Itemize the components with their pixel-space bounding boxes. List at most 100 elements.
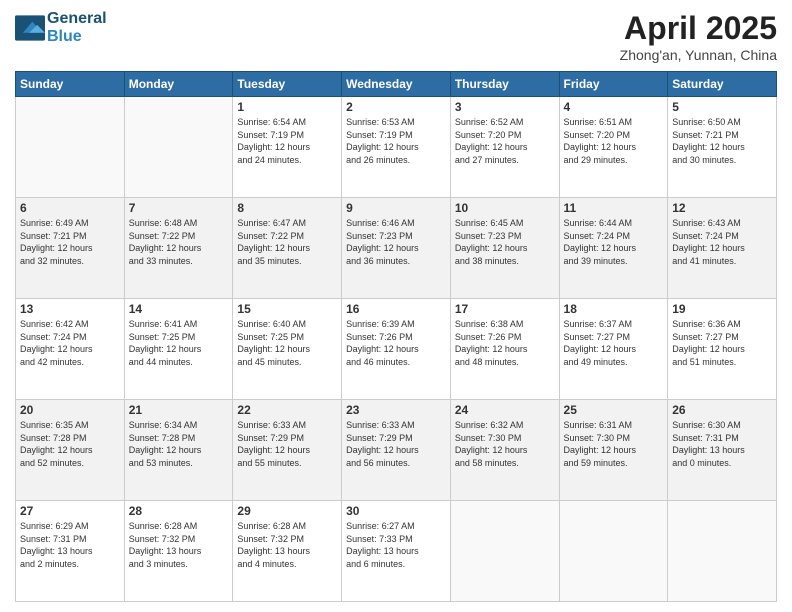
day-info: Sunrise: 6:48 AM Sunset: 7:22 PM Dayligh… <box>129 217 229 267</box>
day-number: 8 <box>237 201 337 215</box>
day-number: 20 <box>20 403 120 417</box>
calendar-cell: 9 Sunrise: 6:46 AM Sunset: 7:23 PM Daylig… <box>342 198 451 299</box>
calendar-cell: 18Sunrise: 6:37 AM Sunset: 7:27 PM Dayli… <box>559 299 668 400</box>
day-number: 14 <box>129 302 229 316</box>
calendar-cell: 3 Sunrise: 6:52 AM Sunset: 7:20 PM Daylig… <box>450 97 559 198</box>
day-info: Sunrise: 6:40 AM Sunset: 7:25 PM Dayligh… <box>237 318 337 368</box>
week-row-5: 27Sunrise: 6:29 AM Sunset: 7:31 PM Dayli… <box>16 501 777 602</box>
weekday-header-sunday: Sunday <box>16 72 125 97</box>
calendar-cell: 7 Sunrise: 6:48 AM Sunset: 7:22 PM Daylig… <box>124 198 233 299</box>
month-title: April 2025 <box>620 10 777 47</box>
calendar-cell: 11 Sunrise: 6:44 AM Sunset: 7:24 PM Dayli… <box>559 198 668 299</box>
day-info: Sunrise: 6:34 AM Sunset: 7:28 PM Dayligh… <box>129 419 229 469</box>
day-number: 30 <box>346 504 446 518</box>
day-number: 4 <box>564 100 664 114</box>
calendar-cell: 16Sunrise: 6:39 AM Sunset: 7:26 PM Dayli… <box>342 299 451 400</box>
day-number: 29 <box>237 504 337 518</box>
day-info: Sunrise: 6:53 AM Sunset: 7:19 PM Dayligh… <box>346 116 446 166</box>
page: General Blue April 2025 Zhong'an, Yunnan… <box>0 0 792 612</box>
calendar-cell: 26 Sunrise: 6:30 AM Sunset: 7:31 PM Dayli… <box>668 400 777 501</box>
weekday-header-tuesday: Tuesday <box>233 72 342 97</box>
weekday-header-row: SundayMondayTuesdayWednesdayThursdayFrid… <box>16 72 777 97</box>
day-info: Sunrise: 6:31 AM Sunset: 7:30 PM Dayligh… <box>564 419 664 469</box>
weekday-header-saturday: Saturday <box>668 72 777 97</box>
calendar-cell: 13Sunrise: 6:42 AM Sunset: 7:24 PM Dayli… <box>16 299 125 400</box>
day-number: 7 <box>129 201 229 215</box>
day-info: Sunrise: 6:47 AM Sunset: 7:22 PM Dayligh… <box>237 217 337 267</box>
day-number: 22 <box>237 403 337 417</box>
day-info: Sunrise: 6:52 AM Sunset: 7:20 PM Dayligh… <box>455 116 555 166</box>
calendar-cell <box>668 501 777 602</box>
header: General Blue April 2025 Zhong'an, Yunnan… <box>15 10 777 63</box>
day-number: 5 <box>672 100 772 114</box>
day-number: 11 <box>564 201 664 215</box>
weekday-header-wednesday: Wednesday <box>342 72 451 97</box>
day-number: 23 <box>346 403 446 417</box>
calendar-cell <box>450 501 559 602</box>
calendar-cell: 4 Sunrise: 6:51 AM Sunset: 7:20 PM Daylig… <box>559 97 668 198</box>
weekday-header-thursday: Thursday <box>450 72 559 97</box>
day-info: Sunrise: 6:33 AM Sunset: 7:29 PM Dayligh… <box>237 419 337 469</box>
day-number: 9 <box>346 201 446 215</box>
calendar-cell: 24 Sunrise: 6:32 AM Sunset: 7:30 PM Dayli… <box>450 400 559 501</box>
day-number: 3 <box>455 100 555 114</box>
calendar-cell: 15Sunrise: 6:40 AM Sunset: 7:25 PM Dayli… <box>233 299 342 400</box>
week-row-2: 6 Sunrise: 6:49 AM Sunset: 7:21 PM Daylig… <box>16 198 777 299</box>
day-info: Sunrise: 6:28 AM Sunset: 7:32 PM Dayligh… <box>129 520 229 570</box>
day-number: 19 <box>672 302 772 316</box>
day-info: Sunrise: 6:33 AM Sunset: 7:29 PM Dayligh… <box>346 419 446 469</box>
weekday-header-monday: Monday <box>124 72 233 97</box>
calendar-cell: 23 Sunrise: 6:33 AM Sunset: 7:29 PM Dayli… <box>342 400 451 501</box>
calendar-cell <box>124 97 233 198</box>
day-number: 26 <box>672 403 772 417</box>
calendar: SundayMondayTuesdayWednesdayThursdayFrid… <box>15 71 777 602</box>
day-number: 27 <box>20 504 120 518</box>
day-number: 2 <box>346 100 446 114</box>
day-info: Sunrise: 6:49 AM Sunset: 7:21 PM Dayligh… <box>20 217 120 267</box>
day-info: Sunrise: 6:39 AM Sunset: 7:26 PM Dayligh… <box>346 318 446 368</box>
day-info: Sunrise: 6:46 AM Sunset: 7:23 PM Dayligh… <box>346 217 446 267</box>
calendar-cell <box>559 501 668 602</box>
day-number: 28 <box>129 504 229 518</box>
calendar-cell: 19Sunrise: 6:36 AM Sunset: 7:27 PM Dayli… <box>668 299 777 400</box>
day-info: Sunrise: 6:28 AM Sunset: 7:32 PM Dayligh… <box>237 520 337 570</box>
day-info: Sunrise: 6:32 AM Sunset: 7:30 PM Dayligh… <box>455 419 555 469</box>
day-info: Sunrise: 6:30 AM Sunset: 7:31 PM Dayligh… <box>672 419 772 469</box>
logo-icon <box>15 14 45 42</box>
day-info: Sunrise: 6:54 AM Sunset: 7:19 PM Dayligh… <box>237 116 337 166</box>
day-info: Sunrise: 6:41 AM Sunset: 7:25 PM Dayligh… <box>129 318 229 368</box>
weekday-header-friday: Friday <box>559 72 668 97</box>
calendar-cell: 2 Sunrise: 6:53 AM Sunset: 7:19 PM Daylig… <box>342 97 451 198</box>
day-info: Sunrise: 6:44 AM Sunset: 7:24 PM Dayligh… <box>564 217 664 267</box>
calendar-cell: 29 Sunrise: 6:28 AM Sunset: 7:32 PM Dayli… <box>233 501 342 602</box>
calendar-cell: 22 Sunrise: 6:33 AM Sunset: 7:29 PM Dayli… <box>233 400 342 501</box>
day-number: 24 <box>455 403 555 417</box>
week-row-4: 20 Sunrise: 6:35 AM Sunset: 7:28 PM Dayli… <box>16 400 777 501</box>
calendar-cell: 20 Sunrise: 6:35 AM Sunset: 7:28 PM Dayli… <box>16 400 125 501</box>
day-info: Sunrise: 6:37 AM Sunset: 7:27 PM Dayligh… <box>564 318 664 368</box>
day-number: 6 <box>20 201 120 215</box>
day-info: Sunrise: 6:35 AM Sunset: 7:28 PM Dayligh… <box>20 419 120 469</box>
week-row-3: 13Sunrise: 6:42 AM Sunset: 7:24 PM Dayli… <box>16 299 777 400</box>
calendar-cell: 14 Sunrise: 6:41 AM Sunset: 7:25 PM Dayli… <box>124 299 233 400</box>
day-info: Sunrise: 6:43 AM Sunset: 7:24 PM Dayligh… <box>672 217 772 267</box>
calendar-cell: 21 Sunrise: 6:34 AM Sunset: 7:28 PM Dayli… <box>124 400 233 501</box>
logo: General Blue <box>15 10 107 46</box>
location: Zhong'an, Yunnan, China <box>620 47 777 63</box>
calendar-cell: 5 Sunrise: 6:50 AM Sunset: 7:21 PM Daylig… <box>668 97 777 198</box>
day-info: Sunrise: 6:50 AM Sunset: 7:21 PM Dayligh… <box>672 116 772 166</box>
calendar-cell: 12Sunrise: 6:43 AM Sunset: 7:24 PM Dayli… <box>668 198 777 299</box>
calendar-cell <box>16 97 125 198</box>
day-info: Sunrise: 6:51 AM Sunset: 7:20 PM Dayligh… <box>564 116 664 166</box>
day-number: 25 <box>564 403 664 417</box>
calendar-cell: 8 Sunrise: 6:47 AM Sunset: 7:22 PM Daylig… <box>233 198 342 299</box>
calendar-cell: 1Sunrise: 6:54 AM Sunset: 7:19 PM Daylig… <box>233 97 342 198</box>
calendar-cell: 27Sunrise: 6:29 AM Sunset: 7:31 PM Dayli… <box>16 501 125 602</box>
calendar-cell: 10Sunrise: 6:45 AM Sunset: 7:23 PM Dayli… <box>450 198 559 299</box>
day-number: 21 <box>129 403 229 417</box>
day-info: Sunrise: 6:38 AM Sunset: 7:26 PM Dayligh… <box>455 318 555 368</box>
calendar-cell: 6 Sunrise: 6:49 AM Sunset: 7:21 PM Daylig… <box>16 198 125 299</box>
calendar-cell: 30Sunrise: 6:27 AM Sunset: 7:33 PM Dayli… <box>342 501 451 602</box>
day-number: 13 <box>20 302 120 316</box>
title-block: April 2025 Zhong'an, Yunnan, China <box>620 10 777 63</box>
